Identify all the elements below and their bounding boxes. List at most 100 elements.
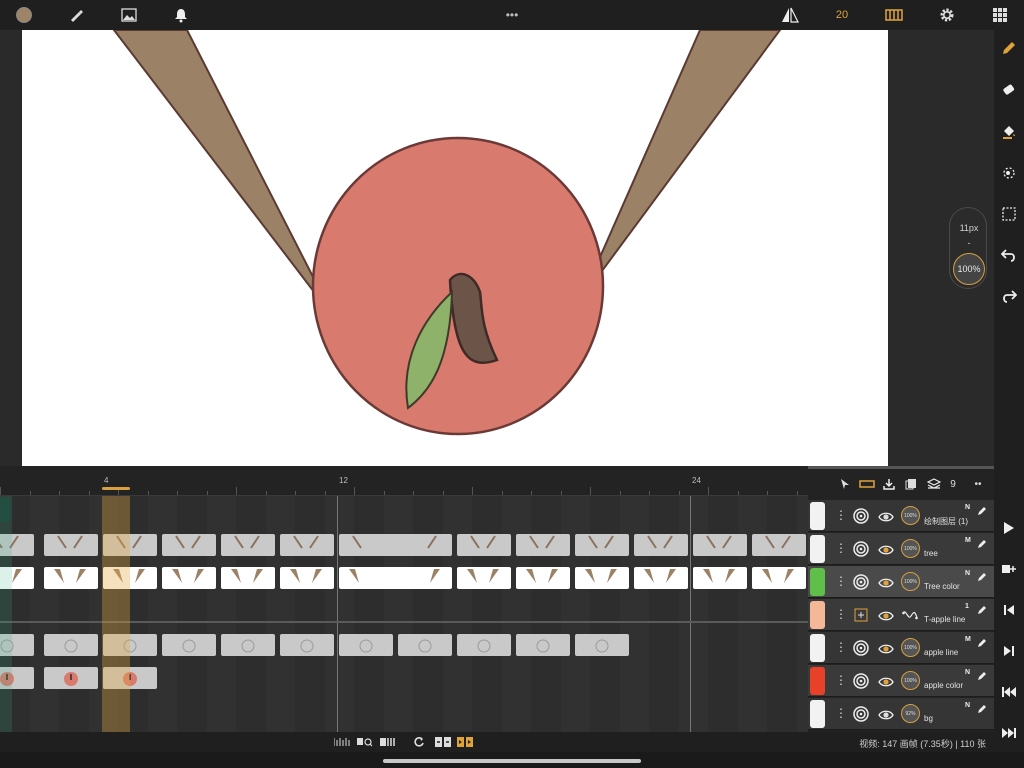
color-picker-button[interactable] [12, 0, 36, 30]
layer-blend-mode[interactable]: M [965, 537, 971, 544]
frame-zoom-button[interactable] [357, 736, 373, 748]
layer-opacity[interactable]: 100% [901, 506, 920, 525]
layer-blend-mode[interactable]: N [965, 702, 970, 709]
more-menu-button[interactable]: ••• [498, 0, 526, 30]
keyframe-cell[interactable] [162, 634, 216, 656]
playhead-marker[interactable] [102, 487, 130, 490]
keyframe-cell[interactable] [516, 634, 570, 656]
onion-skin-icon[interactable] [853, 706, 869, 722]
layer-row[interactable]: ⋮ 100% Tree color N [808, 566, 994, 598]
brush-size-widget[interactable]: 11px - 100% [949, 207, 987, 289]
layer-row[interactable]: ⋮ 92% bg N [808, 698, 994, 730]
layer-guide-icon[interactable] [853, 607, 869, 623]
keyframe-cell[interactable] [44, 634, 98, 656]
layer-row[interactable]: ⋮ 100% 绘制图层 (1) N [808, 500, 994, 532]
keyframe-cell[interactable] [693, 567, 747, 589]
layer-stack-button[interactable] [926, 476, 942, 492]
timeline-toggle-button[interactable] [882, 0, 906, 30]
layer-color-tag[interactable] [810, 568, 825, 596]
frame-display-button[interactable] [380, 736, 396, 748]
select-tool-button[interactable] [994, 199, 1024, 229]
keyframe-cell[interactable] [339, 567, 452, 589]
layer-row[interactable]: ⋮ 100% apple line M [808, 632, 994, 664]
layer-row[interactable]: ⋮ 100% apple color N [808, 665, 994, 697]
keyframe-cell[interactable] [457, 634, 511, 656]
visibility-eye-icon[interactable] [878, 543, 894, 555]
layer-menu-icon[interactable]: ⋮ [835, 509, 847, 521]
play-button[interactable] [994, 518, 1024, 538]
visibility-eye-icon[interactable] [878, 609, 894, 621]
layer-color-tag[interactable] [810, 700, 825, 728]
keyframe-cell[interactable] [162, 534, 216, 556]
grid-menu-button[interactable] [988, 0, 1012, 30]
pencil-tool-button[interactable] [994, 33, 1024, 63]
layer-edit-pen-icon[interactable] [977, 569, 987, 581]
keyframe-cell[interactable] [398, 634, 452, 656]
layer-opacity[interactable]: 100% [901, 671, 920, 690]
auto-advance-button[interactable] [457, 736, 473, 748]
keyframe-cell[interactable] [44, 567, 98, 589]
add-frame-button[interactable] [994, 559, 1024, 579]
visibility-eye-icon[interactable] [878, 675, 894, 687]
onion-skin-icon[interactable] [853, 508, 869, 524]
keyframe-cell[interactable] [575, 567, 629, 589]
undo-button[interactable] [994, 240, 1024, 270]
layer-edit-pen-icon[interactable] [977, 668, 987, 680]
motion-path-icon[interactable] [902, 608, 918, 620]
layer-import-button[interactable] [882, 476, 896, 492]
keyframe-cell[interactable] [221, 534, 275, 556]
keyframe-cell[interactable] [516, 567, 570, 589]
notifications-button[interactable] [169, 0, 193, 30]
layer-color-tag[interactable] [810, 634, 825, 662]
keyframe-cell[interactable] [221, 567, 275, 589]
layer-select-button[interactable] [838, 476, 852, 492]
onion-skin-icon[interactable] [853, 673, 869, 689]
fps-button[interactable]: 20 [830, 0, 854, 30]
onion-skin-icon[interactable] [853, 574, 869, 590]
layer-blend-mode[interactable]: N [965, 504, 970, 511]
loop-button[interactable] [413, 736, 425, 748]
layer-color-tag[interactable] [810, 667, 825, 695]
layer-color-tag[interactable] [810, 502, 825, 530]
keyframe-cell[interactable] [634, 534, 688, 556]
onion-skin-button[interactable] [334, 736, 350, 748]
visibility-eye-icon[interactable] [878, 510, 894, 522]
previous-frame-button[interactable] [994, 600, 1024, 620]
redo-button[interactable] [994, 281, 1024, 311]
mirror-button[interactable] [778, 0, 802, 30]
layer-row[interactable]: ⋮ 100% tree M [808, 533, 994, 565]
brush-opacity-dial[interactable]: 100% [953, 253, 985, 285]
keyframe-cell[interactable] [280, 534, 334, 556]
fill-tool-button[interactable] [994, 117, 1024, 147]
settings-button[interactable] [935, 0, 959, 30]
keyframe-cell[interactable] [339, 634, 393, 656]
layer-color-tag[interactable] [810, 535, 825, 563]
keyframe-cell[interactable] [516, 534, 570, 556]
layer-edit-pen-icon[interactable] [977, 602, 987, 614]
home-indicator[interactable] [383, 759, 641, 763]
keyframe-cell[interactable] [280, 567, 334, 589]
keyframe-cell[interactable] [280, 634, 334, 656]
layer-menu-icon[interactable]: ⋮ [835, 575, 847, 587]
layer-blend-mode[interactable]: 1 [965, 603, 969, 610]
image-import-button[interactable] [117, 0, 141, 30]
frame-ruler[interactable]: 4 12 24 [0, 466, 808, 496]
keyframe-cell[interactable] [162, 567, 216, 589]
layer-opacity[interactable]: 100% [901, 539, 920, 558]
keyframe-cell[interactable] [457, 567, 511, 589]
keyframe-cell[interactable] [575, 634, 629, 656]
first-frame-button[interactable] [994, 682, 1024, 702]
keyframe-cell[interactable] [339, 534, 452, 556]
keyframe-cell[interactable] [44, 534, 98, 556]
layer-edit-pen-icon[interactable] [977, 536, 987, 548]
last-frame-button[interactable] [994, 723, 1024, 743]
keyframe-cell[interactable] [457, 534, 511, 556]
visibility-eye-icon[interactable] [878, 708, 894, 720]
onion-skin-icon[interactable] [853, 640, 869, 656]
layer-menu-icon[interactable]: ⋮ [835, 707, 847, 719]
layer-menu-icon[interactable]: ⋮ [835, 542, 847, 554]
onion-skin-icon[interactable] [853, 541, 869, 557]
keyframe-cell[interactable] [575, 534, 629, 556]
layer-edit-pen-icon[interactable] [977, 503, 987, 515]
layer-more-button[interactable]: •• [970, 476, 986, 492]
